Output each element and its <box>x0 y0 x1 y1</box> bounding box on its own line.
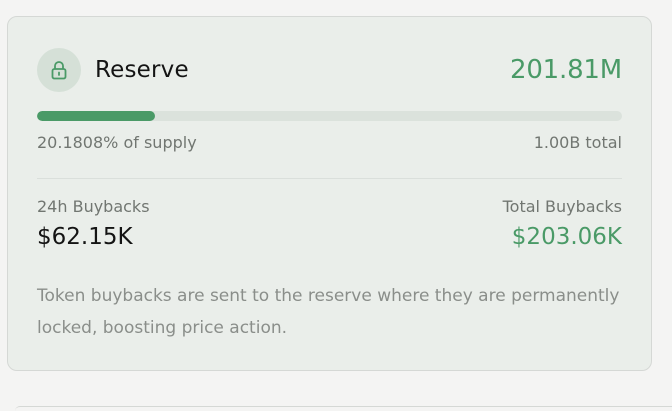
supply-progress-bar <box>37 111 622 121</box>
total-buybacks-value: $203.06K <box>511 224 622 250</box>
reserve-header: Reserve 201.81M <box>37 47 622 93</box>
divider <box>37 178 622 179</box>
day-buybacks: 24h Buybacks $62.15K <box>37 197 150 251</box>
total-buybacks: Total Buybacks $203.06K <box>503 197 622 251</box>
day-buybacks-value: $62.15K <box>37 224 133 250</box>
supply-row: 20.1808% of supply 1.00B total <box>37 133 622 152</box>
reserve-amount: 201.81M <box>509 55 622 85</box>
supply-progress-fill <box>37 111 156 121</box>
day-buybacks-label: 24h Buybacks <box>37 197 150 216</box>
supply-percent: 20.1808% of supply <box>37 133 197 152</box>
reserve-title: Reserve <box>95 57 189 83</box>
reserve-card: Reserve 201.81M 20.1808% of supply 1.00B… <box>7 16 652 371</box>
reserve-description: Token buybacks are sent to the reserve w… <box>37 286 620 338</box>
total-buybacks-label: Total Buybacks <box>502 197 622 216</box>
next-card-edge <box>15 406 672 411</box>
buyback-stats: 24h Buybacks $62.15K Total Buybacks $203… <box>37 197 622 251</box>
total-supply: 1.00B total <box>533 133 622 152</box>
lock-icon <box>37 48 81 92</box>
